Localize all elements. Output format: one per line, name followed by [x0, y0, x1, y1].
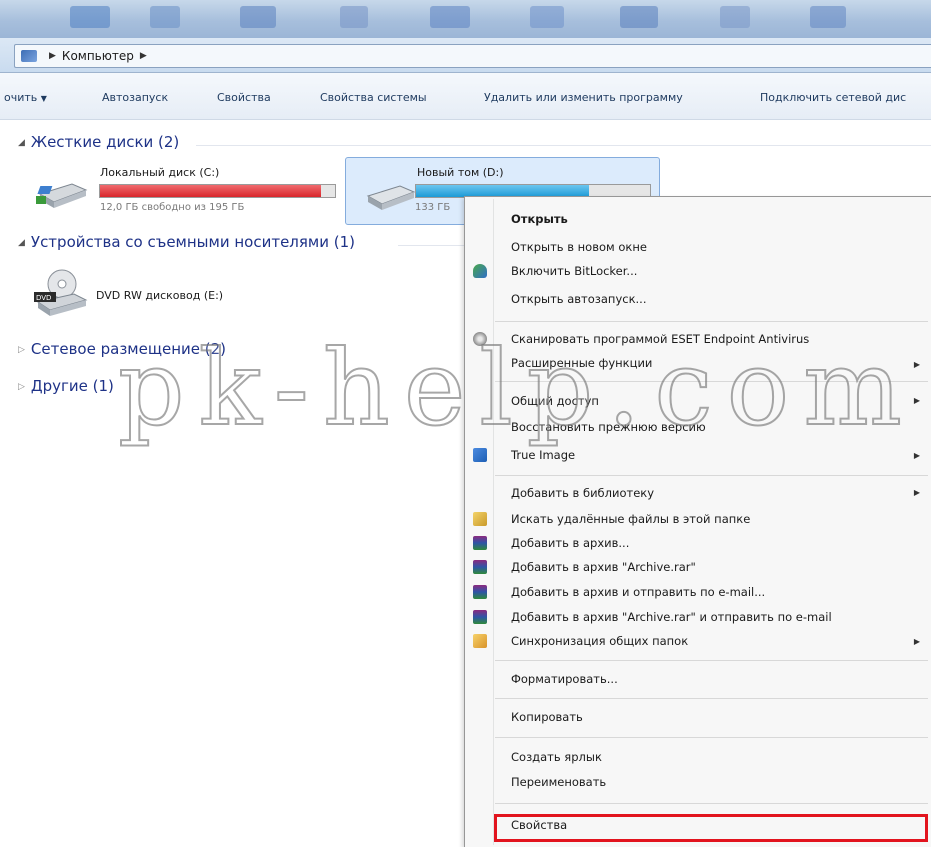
- menu-separator: [495, 321, 928, 322]
- command-toolbar: очить ▼ Автозапуск Свойства Свойства сис…: [0, 73, 931, 120]
- drive-d-free-space: 133 ГБ: [415, 202, 451, 213]
- menu-separator: [495, 381, 928, 382]
- taskbar-thumb: [240, 6, 276, 28]
- drive-c-label[interactable]: Локальный диск (C:): [100, 166, 219, 179]
- toolbar-uninstall-program[interactable]: Удалить или изменить программу: [484, 91, 683, 104]
- menu-item-create-shortcut[interactable]: Создать ярлык: [511, 750, 602, 764]
- eset-icon: [473, 332, 487, 346]
- menu-item-add-to-archive-rar[interactable]: Добавить в архив "Archive.rar": [511, 560, 696, 574]
- menu-separator: [495, 803, 928, 804]
- shield-icon: [473, 264, 487, 278]
- menu-item-sync-shared[interactable]: Синхронизация общих папок: [511, 634, 688, 648]
- toolbar-autoplay[interactable]: Автозапуск: [102, 91, 168, 104]
- menu-item-add-to-library[interactable]: Добавить в библиотеку: [511, 486, 654, 500]
- context-menu: Открыть Открыть в новом окне Включить Bi…: [464, 196, 931, 847]
- menu-item-search-deleted[interactable]: Искать удалённые файлы в этой папке: [511, 512, 750, 526]
- address-field[interactable]: ▶ Компьютер ▶: [14, 44, 931, 68]
- group-removable-devices[interactable]: ◢ Устройства со съемными носителями (1): [18, 233, 355, 251]
- menu-item-bitlocker[interactable]: Включить BitLocker...: [511, 264, 637, 278]
- winrar-icon: [473, 560, 487, 574]
- menu-separator: [495, 698, 928, 699]
- menu-item-rename[interactable]: Переименовать: [511, 775, 606, 789]
- toolbar-system-properties[interactable]: Свойства системы: [320, 91, 427, 104]
- submenu-arrow-icon: ▶: [913, 488, 920, 497]
- drive-d-label[interactable]: Новый том (D:): [417, 166, 504, 179]
- menu-item-extended[interactable]: Расширенные функции: [511, 356, 652, 370]
- breadcrumb-computer[interactable]: Компьютер: [62, 49, 134, 63]
- collapse-triangle-icon: ▷: [18, 382, 25, 392]
- menu-item-open[interactable]: Открыть: [511, 212, 568, 226]
- taskbar-thumb: [150, 6, 180, 28]
- taskbar-thumb: [720, 6, 750, 28]
- menu-item-share[interactable]: Общий доступ: [511, 394, 599, 408]
- winrar-icon: [473, 610, 487, 624]
- group-other[interactable]: ▷ Другие (1): [18, 377, 114, 395]
- taskbar-thumb: [430, 6, 470, 28]
- menu-item-true-image[interactable]: True Image: [511, 448, 575, 462]
- group-hard-disks[interactable]: ◢ Жесткие диски (2): [18, 133, 179, 151]
- submenu-arrow-icon: ▶: [913, 451, 920, 460]
- drive-c-usage-bar: [99, 184, 336, 198]
- expand-triangle-icon: ◢: [18, 138, 25, 148]
- menu-separator: [495, 737, 928, 738]
- taskbar-thumb: [620, 6, 658, 28]
- taskbar-thumb: [340, 6, 368, 28]
- menu-separator: [495, 475, 928, 476]
- submenu-arrow-icon: ▶: [913, 360, 920, 369]
- menu-item-add-to-archive[interactable]: Добавить в архив...: [511, 536, 629, 550]
- group-network-locations[interactable]: ▷ Сетевое размещение (2): [18, 340, 226, 358]
- hard-drive-icon[interactable]: [362, 178, 418, 214]
- group-network-label: Сетевое размещение (2): [30, 340, 226, 358]
- menu-item-eset-scan[interactable]: Сканировать программой ESET Endpoint Ant…: [511, 332, 809, 346]
- taskbar-thumb: [810, 6, 846, 28]
- drive-c-free-space: 12,0 ГБ свободно из 195 ГБ: [100, 202, 245, 213]
- group-other-label: Другие (1): [30, 377, 114, 395]
- true-image-icon: [473, 448, 487, 462]
- submenu-arrow-icon: ▶: [913, 396, 920, 405]
- menu-separator: [495, 660, 928, 661]
- toolbar-map-network-drive[interactable]: Подключить сетевой дис: [760, 91, 906, 104]
- search-files-icon: [473, 512, 487, 526]
- group-divider: [398, 245, 464, 246]
- menu-item-open-new-window[interactable]: Открыть в новом окне: [511, 240, 647, 254]
- taskbar-thumb: [70, 6, 110, 28]
- group-divider: [196, 145, 931, 146]
- drive-e-label[interactable]: DVD RW дисковод (E:): [96, 289, 223, 302]
- breadcrumb-chevron-icon[interactable]: ▶: [140, 51, 147, 61]
- window-title-bar: [0, 0, 931, 38]
- group-removable-label: Устройства со съемными носителями (1): [30, 233, 355, 251]
- breadcrumb-chevron-icon[interactable]: ▶: [49, 51, 56, 61]
- winrar-icon: [473, 585, 487, 599]
- expand-triangle-icon: ◢: [18, 238, 25, 248]
- hard-drive-icon[interactable]: [34, 176, 90, 212]
- sync-icon: [473, 634, 487, 648]
- menu-item-restore-previous[interactable]: Восстановить прежнюю версию: [511, 420, 706, 434]
- drive-c-usage-fill: [100, 185, 321, 197]
- group-hard-disks-label: Жесткие диски (2): [30, 133, 180, 151]
- menu-icon-gutter: [493, 199, 494, 845]
- menu-item-archive-and-email[interactable]: Добавить в архив и отправить по e-mail..…: [511, 585, 765, 599]
- submenu-arrow-icon: ▶: [913, 637, 920, 646]
- properties-highlight-frame: [494, 814, 928, 842]
- dvd-drive-icon[interactable]: DVD: [34, 268, 90, 318]
- collapse-triangle-icon: ▷: [18, 345, 25, 355]
- computer-icon: [21, 50, 37, 62]
- dvd-badge: DVD: [36, 294, 51, 302]
- toolbar-organize[interactable]: очить ▼: [4, 91, 47, 104]
- menu-item-autoplay[interactable]: Открыть автозапуск...: [511, 292, 647, 306]
- taskbar-thumb: [530, 6, 564, 28]
- toolbar-properties[interactable]: Свойства: [217, 91, 271, 104]
- menu-item-archive-rar-and-email[interactable]: Добавить в архив "Archive.rar" и отправи…: [511, 610, 832, 624]
- menu-item-format[interactable]: Форматировать...: [511, 672, 618, 686]
- dropdown-arrow-icon: ▼: [40, 94, 47, 103]
- menu-item-copy[interactable]: Копировать: [511, 710, 583, 724]
- winrar-icon: [473, 536, 487, 550]
